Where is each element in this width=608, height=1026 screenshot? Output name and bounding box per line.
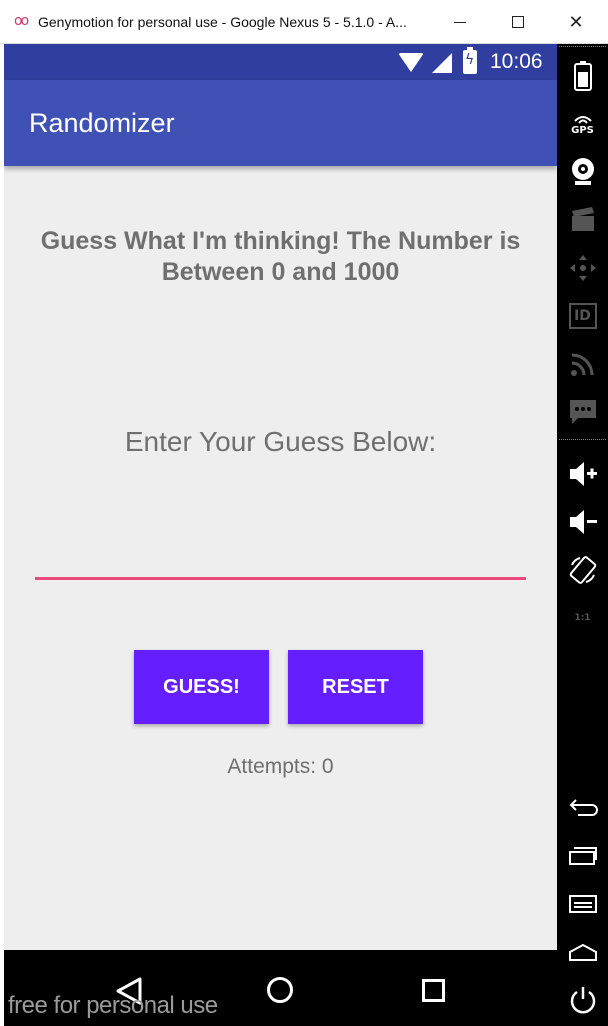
sms-icon — [569, 400, 596, 424]
genymotion-logo-icon: oo — [14, 13, 29, 29]
guess-input[interactable] — [35, 540, 526, 580]
network-button[interactable] — [557, 344, 608, 384]
app-bar: Randomizer — [4, 80, 557, 166]
toolbar-divider — [559, 46, 606, 47]
power-button[interactable] — [557, 980, 608, 1020]
back-icon — [569, 799, 598, 816]
minimize-icon — [454, 21, 466, 23]
home-icon — [568, 943, 597, 961]
rotate-button[interactable] — [557, 550, 608, 590]
genymotion-toolbar: GPS ID 1:1 — [557, 44, 608, 1026]
clapperboard-icon — [571, 207, 594, 231]
gps-button[interactable]: GPS — [557, 104, 608, 144]
window-title: Genymotion for personal use - Google Nex… — [38, 14, 407, 30]
home-button[interactable] — [557, 932, 608, 972]
close-button[interactable]: ✕ — [556, 6, 596, 38]
status-time: 10:06 — [490, 50, 543, 73]
dpad-button[interactable] — [557, 248, 608, 288]
sms-button[interactable] — [557, 392, 608, 432]
attempts-counter: Attempts: 0 — [227, 755, 334, 778]
power-icon — [570, 987, 595, 1014]
pixel-perfect-icon: 1:1 — [574, 613, 591, 623]
guess-button[interactable]: GUESS! — [134, 650, 269, 724]
webcam-icon — [571, 158, 594, 185]
maximize-button[interactable] — [498, 6, 538, 38]
battery-icon — [573, 61, 592, 91]
battery-button[interactable] — [557, 56, 608, 96]
app-title: Randomizer — [29, 108, 175, 138]
gps-icon — [573, 115, 592, 124]
pixel-perfect-button[interactable]: 1:1 — [557, 598, 608, 638]
headline-text: Guess What I'm thinking! The Number is B… — [40, 227, 521, 286]
volume-down-button[interactable] — [557, 502, 608, 542]
reset-button[interactable]: RESET — [288, 650, 423, 724]
menu-button[interactable] — [557, 884, 608, 924]
dpad-icon — [569, 255, 596, 281]
android-back-button[interactable] — [557, 788, 608, 828]
id-icon: ID — [568, 303, 597, 329]
gps-label: GPS — [571, 124, 594, 136]
recent-apps-icon — [568, 847, 597, 865]
device-screen: 10:06 Randomizer Guess What I'm thinking… — [4, 44, 557, 1026]
battery-charging-icon — [463, 47, 477, 74]
watermark-text: free for personal use — [8, 992, 218, 1019]
minimize-button[interactable] — [440, 6, 480, 38]
volume-up-button[interactable] — [557, 454, 608, 494]
window-titlebar: oo Genymotion for personal use - Google … — [0, 0, 608, 44]
maximize-icon — [512, 16, 524, 28]
close-icon: ✕ — [568, 11, 584, 33]
cell-signal-icon — [432, 53, 452, 73]
capture-button[interactable] — [557, 200, 608, 240]
rotate-icon — [569, 556, 596, 584]
rss-icon — [570, 353, 593, 376]
device-id-button[interactable]: ID — [557, 296, 608, 336]
nav-recent-apps-icon[interactable] — [422, 979, 445, 1002]
volume-down-icon — [569, 510, 597, 534]
toolbar-divider — [559, 439, 606, 440]
menu-icon — [568, 895, 597, 913]
wifi-icon — [398, 53, 424, 72]
volume-up-icon — [569, 462, 597, 486]
nav-home-icon[interactable] — [267, 977, 293, 1003]
status-bar: 10:06 — [4, 44, 557, 80]
recent-apps-button[interactable] — [557, 836, 608, 876]
guess-prompt: Enter Your Guess Below: — [124, 426, 437, 457]
webcam-button[interactable] — [557, 152, 608, 192]
